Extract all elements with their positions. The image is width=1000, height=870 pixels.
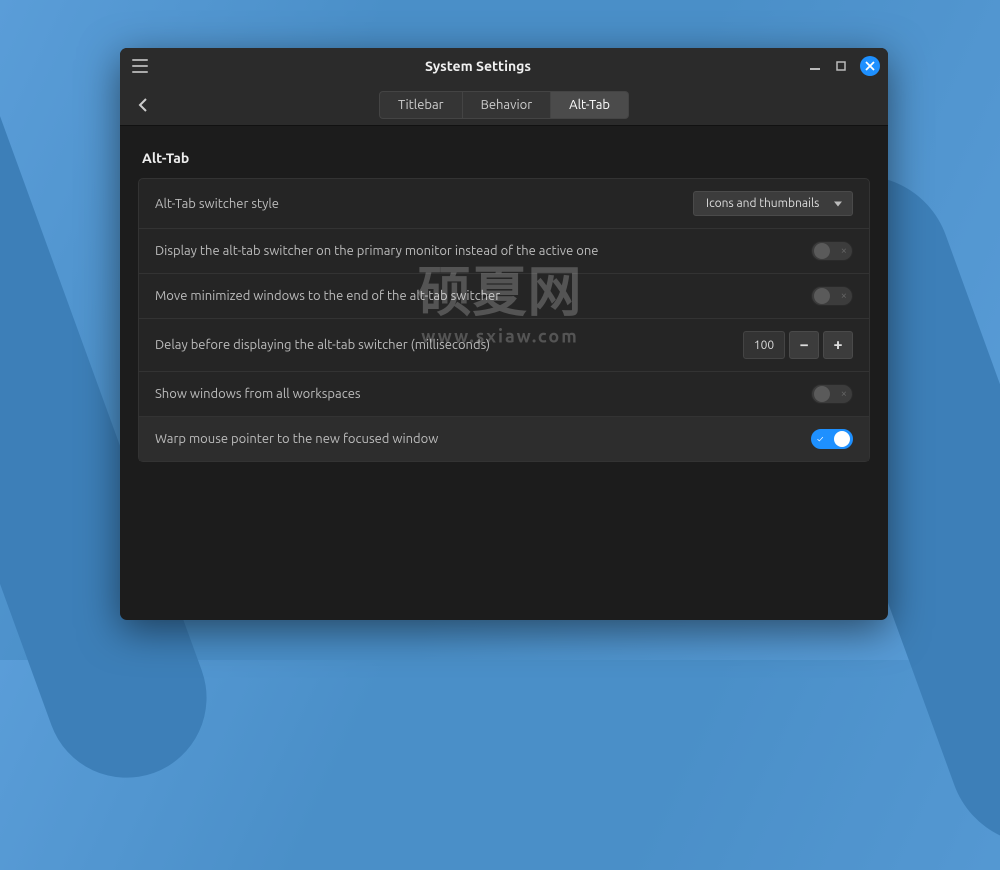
row-all-workspaces: Show windows from all workspaces <box>139 372 869 417</box>
toggle-all-workspaces[interactable] <box>811 384 853 404</box>
row-move-minimized: Move minimized windows to the end of the… <box>139 274 869 319</box>
content-area: Alt-Tab Alt-Tab switcher style Icons and… <box>120 126 888 486</box>
settings-list: Alt-Tab switcher style Icons and thumbna… <box>138 178 870 462</box>
row-primary-monitor: Display the alt-tab switcher on the prim… <box>139 229 869 274</box>
delay-value[interactable]: 100 <box>743 331 785 359</box>
titlebar: System Settings <box>120 48 888 84</box>
stepper-delay: 100 − + <box>743 331 853 359</box>
toggle-primary-monitor[interactable] <box>811 241 853 261</box>
maximize-button[interactable] <box>830 55 852 77</box>
label-warp-pointer: Warp mouse pointer to the new focused wi… <box>155 432 438 446</box>
close-button[interactable] <box>860 56 880 76</box>
tab-alt-tab[interactable]: Alt-Tab <box>551 91 629 119</box>
label-primary-monitor: Display the alt-tab switcher on the prim… <box>155 244 598 258</box>
dropdown-switcher-style[interactable]: Icons and thumbnails <box>693 191 853 216</box>
tab-group: Titlebar Behavior Alt-Tab <box>379 91 629 119</box>
toggle-move-minimized[interactable] <box>811 286 853 306</box>
tab-titlebar[interactable]: Titlebar <box>379 91 463 119</box>
label-all-workspaces: Show windows from all workspaces <box>155 387 361 401</box>
delay-decrement-button[interactable]: − <box>789 331 819 359</box>
hamburger-menu-icon[interactable] <box>128 54 152 78</box>
label-move-minimized: Move minimized windows to the end of the… <box>155 289 500 303</box>
tab-behavior[interactable]: Behavior <box>463 91 552 119</box>
row-warp-pointer: Warp mouse pointer to the new focused wi… <box>139 417 869 461</box>
back-button[interactable] <box>130 91 158 119</box>
settings-window: System Settings Titlebar Behavior Alt-Ta… <box>120 48 888 620</box>
toggle-warp-pointer[interactable] <box>811 429 853 449</box>
label-switcher-style: Alt-Tab switcher style <box>155 197 279 211</box>
section-title: Alt-Tab <box>142 150 870 166</box>
row-delay: Delay before displaying the alt-tab swit… <box>139 319 869 372</box>
window-title: System Settings <box>425 58 531 74</box>
row-switcher-style: Alt-Tab switcher style Icons and thumbna… <box>139 179 869 229</box>
delay-increment-button[interactable]: + <box>823 331 853 359</box>
label-delay: Delay before displaying the alt-tab swit… <box>155 338 490 352</box>
tabbar: Titlebar Behavior Alt-Tab <box>120 84 888 126</box>
minimize-button[interactable] <box>804 55 826 77</box>
